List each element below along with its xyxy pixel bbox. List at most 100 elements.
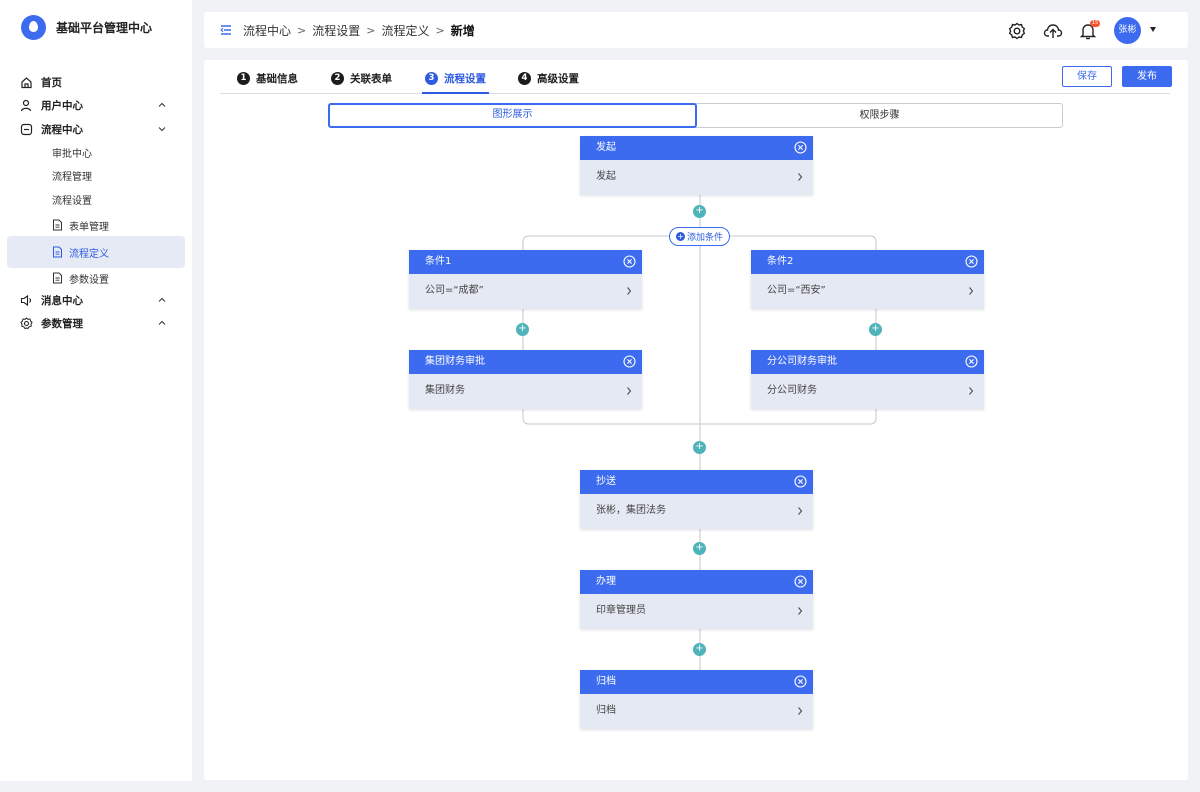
node-title: 集团财务审批: [425, 356, 485, 367]
home-icon: [20, 76, 33, 89]
speaker-icon: [20, 294, 33, 307]
sidebar-item-label: 流程设置: [52, 195, 92, 207]
sidebar-item-label: 参数设置: [69, 274, 109, 286]
breadcrumb-item[interactable]: 流程设置: [312, 22, 360, 39]
chevron-right-icon: [798, 607, 803, 615]
document-icon: [53, 219, 62, 231]
close-icon[interactable]: [794, 475, 807, 488]
add-node-button[interactable]: +: [516, 323, 529, 336]
sidebar-item-label: 首页: [41, 76, 62, 89]
sidebar-item-label: 表单管理: [69, 221, 109, 233]
sidebar-item-form-management[interactable]: 表单管理: [0, 213, 192, 237]
breadcrumb: 流程中心 > 流程设置 > 流程定义 > 新增: [243, 22, 475, 39]
sidebar-item-workflow-management[interactable]: 流程管理: [0, 163, 192, 187]
sidebar-item-workflow-settings[interactable]: 流程设置: [0, 187, 192, 211]
close-icon[interactable]: [965, 355, 978, 368]
chevron-right-icon: [969, 287, 974, 295]
chevron-right-icon: [969, 387, 974, 395]
chevron-right-icon: [627, 387, 632, 395]
flow-node-start[interactable]: 发起 发起: [580, 136, 813, 195]
chevron-up-icon: [158, 102, 166, 107]
sidebar: 基础平台管理中心 首页 用户中心 流程中心 审批中心 流程管理 流程设置 表单管…: [0, 0, 192, 781]
document-icon: [53, 272, 62, 284]
sidebar-item-label: 用户中心: [41, 99, 83, 112]
sidebar-item-home[interactable]: 首页: [0, 70, 192, 94]
user-menu-caret-icon[interactable]: [1150, 27, 1156, 32]
node-title: 分公司财务审批: [767, 356, 837, 367]
add-node-button[interactable]: +: [693, 441, 706, 454]
add-node-button[interactable]: +: [693, 542, 706, 555]
chevron-right-icon: >: [366, 24, 376, 37]
flow-node-cc[interactable]: 抄送 张彬，集团法务: [580, 470, 813, 529]
sidebar-item-message-center[interactable]: 消息中心: [0, 288, 192, 312]
flow-node-handle[interactable]: 办理 印章管理员: [580, 570, 813, 629]
sidebar-item-label: 流程管理: [52, 171, 92, 183]
chevron-right-icon: [798, 707, 803, 715]
flow-node-condition-1[interactable]: 条件1 公司=“成都”: [409, 250, 642, 309]
chevron-right-icon: [798, 173, 803, 181]
user-icon: [20, 99, 33, 112]
upload-icon[interactable]: [1043, 21, 1063, 41]
chevron-right-icon: >: [435, 24, 445, 37]
sidebar-item-workflow-definition[interactable]: 流程定义: [7, 236, 185, 268]
logo-icon: [21, 15, 46, 40]
flow-node-branch-finance-approval[interactable]: 分公司财务审批 分公司财务: [751, 350, 984, 409]
close-icon[interactable]: [623, 355, 636, 368]
close-icon[interactable]: [965, 255, 978, 268]
chevron-down-icon: [158, 127, 166, 132]
node-title: 发起: [596, 142, 616, 153]
sidebar-item-parameter-settings[interactable]: 参数设置: [0, 266, 192, 290]
breadcrumb-item[interactable]: 流程中心: [243, 22, 291, 39]
sidebar-item-parameter-management[interactable]: 参数管理: [0, 311, 192, 335]
avatar[interactable]: 张彬: [1114, 17, 1141, 44]
sidebar-item-label: 审批中心: [52, 148, 92, 160]
workflow-icon: [20, 123, 33, 136]
app-title: 基础平台管理中心: [56, 21, 153, 35]
sidebar-item-workflow-center[interactable]: 流程中心: [0, 117, 192, 141]
plus-circle-icon: +: [675, 232, 685, 241]
document-icon: [53, 246, 62, 258]
node-body: 分公司财务: [767, 385, 817, 396]
close-icon[interactable]: [794, 575, 807, 588]
sidebar-item-label: 流程定义: [69, 248, 109, 260]
node-body: 公司=“成都”: [425, 285, 484, 296]
node-body: 发起: [596, 171, 616, 182]
gear-icon: [20, 316, 33, 330]
add-node-button[interactable]: +: [693, 205, 706, 218]
settings-gear-icon[interactable]: [1007, 21, 1027, 41]
breadcrumb-current: 新增: [450, 24, 475, 38]
close-icon[interactable]: [623, 255, 636, 268]
node-title: 办理: [596, 576, 616, 587]
sidebar-item-label: 流程中心: [41, 123, 83, 136]
sidebar-item-user-center[interactable]: 用户中心: [0, 93, 192, 117]
chevron-up-icon: [158, 320, 166, 325]
chevron-right-icon: >: [297, 24, 307, 37]
node-title: 归档: [596, 676, 616, 687]
close-icon[interactable]: [794, 141, 807, 154]
chevron-right-icon: [798, 507, 803, 515]
add-condition-label: 添加条件: [686, 233, 723, 243]
flow-node-group-finance-approval[interactable]: 集团财务审批 集团财务: [409, 350, 642, 409]
close-icon[interactable]: [794, 675, 807, 688]
node-title: 抄送: [596, 476, 616, 487]
menu-collapse-icon[interactable]: [220, 24, 232, 36]
chevron-up-icon: [158, 297, 166, 302]
notification-badge: 15: [1090, 20, 1100, 27]
top-bar: 流程中心 > 流程设置 > 流程定义 > 新增 15 张彬: [204, 12, 1188, 48]
sidebar-item-approval-center[interactable]: 审批中心: [0, 140, 192, 164]
add-node-button[interactable]: +: [693, 643, 706, 656]
add-node-button[interactable]: +: [869, 323, 882, 336]
node-body: 集团财务: [425, 385, 465, 396]
workflow-diagram: 发起 发起 + + 添加条件 条件1 公司=“成都” 条件2 公司=“西安” +…: [204, 60, 1188, 780]
node-body: 公司=“西安”: [767, 285, 826, 296]
node-body: 印章管理员: [596, 605, 646, 616]
flow-node-archive[interactable]: 归档 归档: [580, 670, 813, 729]
breadcrumb-item[interactable]: 流程定义: [381, 22, 429, 39]
sidebar-item-label: 消息中心: [41, 294, 83, 307]
add-condition-button[interactable]: + 添加条件: [669, 227, 730, 246]
flow-node-condition-2[interactable]: 条件2 公司=“西安”: [751, 250, 984, 309]
chevron-right-icon: [627, 287, 632, 295]
node-body: 张彬，集团法务: [596, 505, 666, 516]
node-title: 条件2: [767, 256, 794, 267]
node-title: 条件1: [425, 256, 452, 267]
